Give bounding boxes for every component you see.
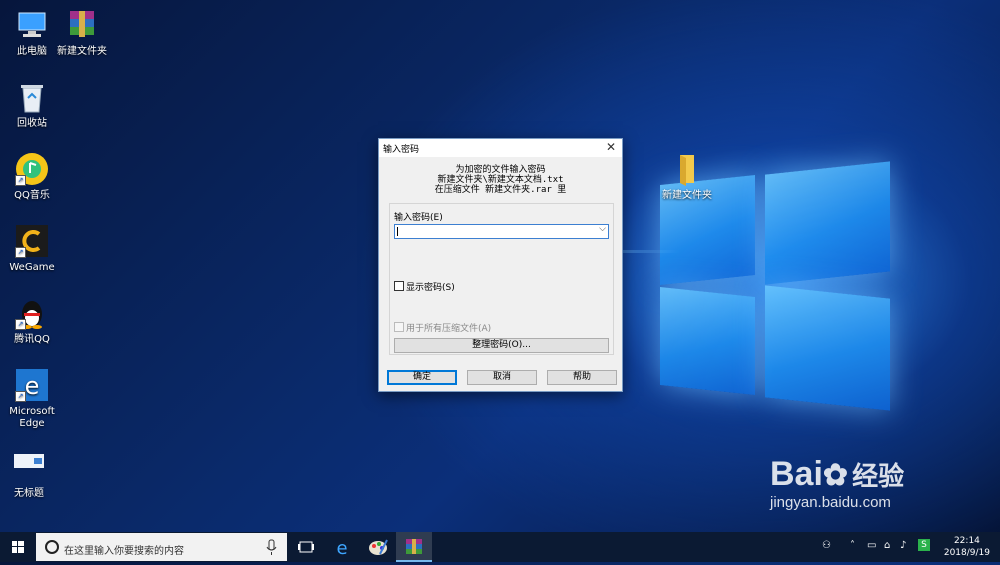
winrar-archive-icon (65, 8, 99, 42)
watermark-brand-cn: 经验 (852, 461, 905, 491)
cancel-button[interactable]: 取消 (467, 370, 537, 385)
show-password-checkbox[interactable] (394, 281, 404, 291)
info-line: 新建文件夹\新建文本文档.txt (437, 175, 564, 185)
task-view-button[interactable] (288, 532, 324, 562)
microphone-icon[interactable] (265, 533, 279, 561)
desktop-icon-label: 无标题 (14, 488, 44, 499)
network-icon[interactable]: ⌂ (884, 540, 890, 551)
wegame-icon: ↗ (15, 224, 49, 258)
desktop-icon-tencent-qq[interactable]: ↗ 腾讯QQ (0, 296, 64, 346)
winrar-icon (406, 539, 422, 554)
desktop-icon-label: 新建文件夹 (662, 190, 712, 201)
recycle-bin-icon (15, 80, 49, 114)
baidu-jingyan-watermark: Bai✿ 经验 jingyan.baidu.com (770, 455, 904, 511)
paint-palette-icon (369, 539, 388, 555)
dialog-info: 为加密的文件输入密码 新建文件夹\新建文本文档.txt 在压缩文件 新建文件夹.… (379, 165, 622, 195)
desktop-icon-label: Microsoft Edge (9, 406, 55, 429)
input-method-icon[interactable]: S (918, 539, 930, 551)
desktop-icon-new-folder[interactable]: 新建文件夹 (652, 152, 722, 202)
system-clock[interactable]: 22:14 2018/9/19 (944, 535, 990, 559)
shortcut-arrow-icon: ↗ (15, 319, 26, 330)
battery-icon[interactable]: ▭ (867, 540, 876, 551)
watermark-brand: Bai (770, 455, 823, 493)
taskbar-winrar[interactable] (396, 532, 432, 562)
image-file-icon (12, 450, 46, 484)
chevron-down-icon[interactable]: ⌵ (599, 224, 606, 234)
show-password-label[interactable]: 显示密码(S) (406, 280, 455, 293)
desktop-icon-label: 回收站 (17, 118, 47, 129)
watermark-url: jingyan.baidu.com (770, 494, 891, 511)
use-for-all-archives-checkbox[interactable] (394, 322, 404, 332)
people-icon[interactable]: ⚇ (822, 540, 831, 551)
task-view-icon (298, 541, 314, 553)
desktop-icon-qq-music[interactable]: ↗ QQ音乐 (0, 152, 64, 202)
password-group: 输入密码(E) ⌵ 显示密码(S) 用于所有压缩文件(A) 整理密码(O)... (389, 203, 614, 355)
enter-password-dialog: 输入密码 ✕ 为加密的文件输入密码 新建文件夹\新建文本文档.txt 在压缩文件… (378, 138, 623, 392)
close-icon[interactable]: ✕ (606, 140, 616, 154)
windows-start-icon (12, 541, 24, 553)
desktop-icon-edge[interactable]: e ↗ Microsoft Edge (0, 368, 67, 430)
edge-icon: e ↗ (15, 368, 49, 402)
password-label: 输入密码(E) (394, 213, 443, 223)
info-line: 在压缩文件 新建文件夹.rar 里 (434, 185, 567, 195)
cortana-icon (45, 540, 59, 554)
dialog-title: 输入密码 (383, 144, 420, 155)
clock-date: 2018/9/19 (943, 548, 990, 558)
chevron-up-icon[interactable]: ˄ (850, 540, 855, 551)
desktop-icon-new-folder-rar[interactable]: 新建文件夹 (50, 8, 114, 58)
folder-icon (670, 152, 704, 186)
password-input[interactable]: ⌵ (394, 224, 609, 239)
qq-music-icon: ↗ (15, 152, 49, 186)
paw-icon: ✿ (822, 459, 849, 492)
info-line: 为加密的文件输入密码 (455, 165, 546, 175)
desktop-icon-label: 新建文件夹 (57, 46, 107, 57)
volume-icon[interactable]: ♪ (900, 540, 906, 551)
svg-text:e: e (25, 372, 40, 400)
svg-text:e: e (336, 538, 347, 559)
organize-passwords-button[interactable]: 整理密码(O)... (394, 338, 609, 353)
help-button[interactable]: 帮助 (547, 370, 617, 385)
clock-time: 22:14 (953, 536, 980, 546)
desktop-icon-untitled[interactable]: 无标题 (0, 450, 64, 500)
desktop-icon-wegame[interactable]: ↗ WeGame (0, 224, 64, 274)
desktop-icon-label: WeGame (9, 262, 55, 273)
ok-button[interactable]: 确定 (387, 370, 457, 385)
taskbar-paint-app[interactable] (360, 532, 396, 562)
use-for-all-archives-label[interactable]: 用于所有压缩文件(A) (406, 321, 491, 334)
edge-icon: e (336, 538, 347, 559)
desktop-icon-label: 此电脑 (17, 46, 47, 57)
taskbar-search-box[interactable]: 在这里输入你要搜索的内容 (36, 533, 287, 561)
desktop-icon-label: QQ音乐 (14, 190, 50, 201)
taskbar-edge[interactable]: e (324, 532, 360, 562)
desktop-icon-recycle-bin[interactable]: 回收站 (0, 80, 64, 130)
computer-icon (15, 8, 49, 42)
shortcut-arrow-icon: ↗ (15, 175, 26, 186)
taskbar: 在这里输入你要搜索的内容 e ⚇ ˄ ▭ ⌂ ♪ S 22:14 2018/9/… (0, 532, 1000, 562)
start-button[interactable] (0, 532, 36, 562)
shortcut-arrow-icon: ↗ (15, 391, 26, 402)
search-placeholder: 在这里输入你要搜索的内容 (64, 546, 184, 557)
shortcut-arrow-icon: ↗ (15, 247, 26, 258)
text-caret (397, 227, 398, 236)
qq-penguin-icon: ↗ (15, 296, 49, 330)
desktop-icon-label: 腾讯QQ (14, 334, 50, 345)
dialog-title-bar[interactable]: 输入密码 ✕ (379, 139, 622, 157)
